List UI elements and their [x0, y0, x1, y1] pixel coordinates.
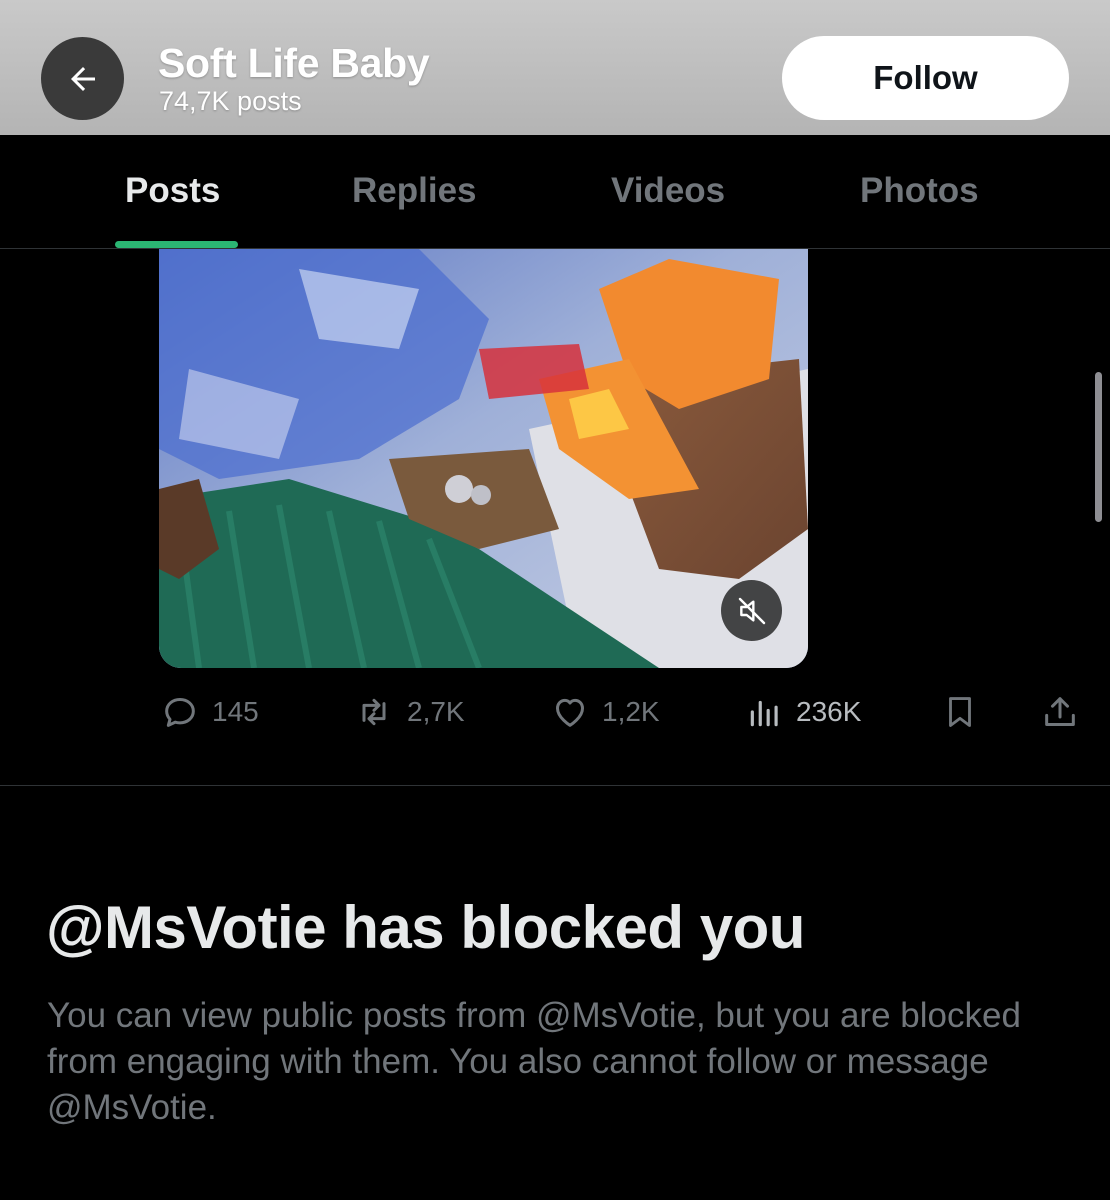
views-action[interactable]: 236K	[746, 692, 861, 732]
tab-replies[interactable]: Replies	[352, 171, 477, 211]
bookmark-icon	[949, 697, 971, 727]
post-count: 74,7K posts	[159, 86, 302, 116]
mute-button[interactable]	[721, 580, 782, 641]
profile-name: Soft Life Baby	[158, 40, 430, 86]
profile-header: Soft Life Baby 74,7K posts Follow	[0, 0, 1110, 135]
bookmark-action[interactable]	[941, 692, 979, 732]
speaker-muted-icon	[738, 597, 765, 624]
share-action[interactable]	[1040, 692, 1080, 732]
reply-icon	[165, 698, 195, 727]
back-button[interactable]	[41, 37, 124, 120]
like-action[interactable]: 1,2K	[550, 692, 660, 732]
reply-action[interactable]: 145	[160, 692, 259, 732]
like-count: 1,2K	[602, 696, 660, 727]
post-divider	[0, 785, 1110, 786]
post-video[interactable]	[159, 249, 808, 668]
arrow-left-icon	[70, 66, 95, 91]
scrollbar[interactable]	[1095, 372, 1102, 522]
tab-photos[interactable]: Photos	[860, 171, 979, 211]
follow-button[interactable]: Follow	[782, 36, 1069, 120]
active-tab-indicator	[115, 241, 238, 248]
heart-icon	[556, 698, 584, 727]
profile-tabs: Posts Replies Videos Photos	[0, 135, 1110, 249]
share-icon	[1045, 697, 1075, 726]
view-count: 236K	[796, 696, 862, 727]
blocked-description: You can view public posts from @MsVotie,…	[47, 996, 1021, 1127]
repost-count: 2,7K	[407, 696, 465, 727]
reply-count: 145	[212, 696, 259, 727]
analytics-icon	[750, 700, 778, 727]
tab-posts[interactable]: Posts	[125, 171, 220, 211]
repost-icon	[362, 698, 386, 726]
tab-videos[interactable]: Videos	[611, 171, 725, 211]
blocked-heading: @MsVotie has blocked you	[46, 894, 805, 961]
repost-action[interactable]: 2,7K	[353, 692, 465, 732]
video-frame	[159, 249, 808, 668]
